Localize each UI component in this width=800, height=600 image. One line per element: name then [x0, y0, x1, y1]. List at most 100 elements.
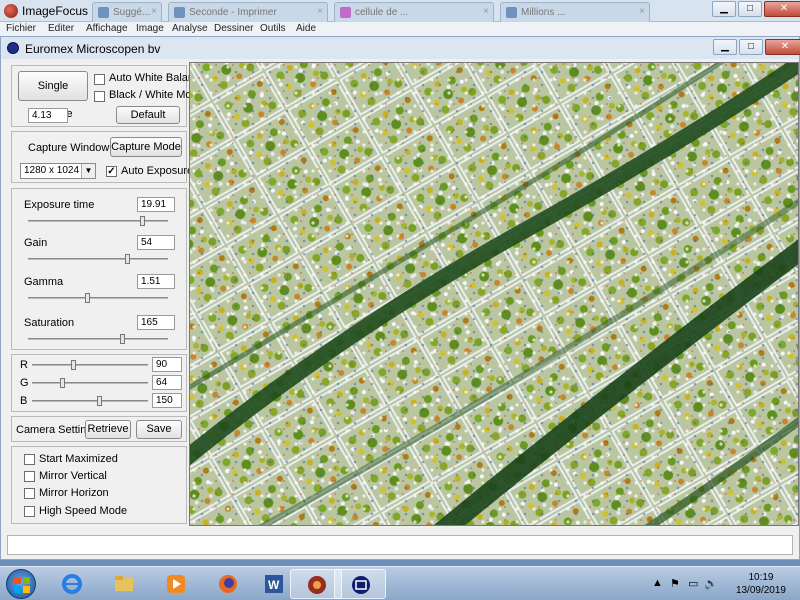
close-button[interactable]: ✕ — [764, 1, 800, 17]
blue-slider[interactable] — [32, 396, 148, 406]
slider-thumb[interactable] — [59, 378, 65, 388]
tab-icon — [506, 7, 517, 18]
control-panel: Single Capture Auto White Balance Black … — [11, 62, 206, 524]
clock-time: 10:19 — [748, 572, 774, 583]
high-speed-mode-checkbox[interactable] — [24, 506, 35, 517]
image-settings-group: Exposure time 19.91 Gain 54 Gamma 1.51 S… — [11, 188, 187, 350]
menu-analyse[interactable]: Analyse — [172, 23, 208, 34]
auto-exposure-checkbox[interactable] — [106, 166, 117, 177]
tab-icon — [174, 7, 185, 18]
slider-thumb[interactable] — [97, 396, 103, 406]
green-slider[interactable] — [32, 378, 148, 388]
close-icon[interactable]: × — [151, 6, 157, 17]
gain-value[interactable]: 54 — [137, 235, 175, 250]
close-icon[interactable]: × — [639, 6, 645, 17]
taskbar-firefox[interactable] — [202, 569, 254, 599]
tab-icon — [98, 7, 109, 18]
start-maximized-label: Start Maximized — [39, 453, 118, 465]
firefox-icon — [219, 575, 237, 593]
taskbar-media-player[interactable] — [150, 569, 202, 599]
close-button[interactable]: ✕ — [765, 39, 800, 55]
auto-white-balance-checkbox[interactable] — [94, 74, 105, 85]
start-maximized-checkbox[interactable] — [24, 454, 35, 465]
green-value[interactable]: 64 — [152, 375, 182, 390]
system-clock[interactable]: 10:19 13/09/2019 — [736, 571, 786, 597]
imagefocus-icon — [4, 4, 18, 18]
maximize-button[interactable]: □ — [739, 39, 763, 55]
start-button[interactable] — [6, 569, 36, 599]
exposure-time-value[interactable]: 19.91 — [137, 197, 175, 212]
auto-exposure-label: Auto Exposure — [121, 165, 194, 177]
slider-thumb[interactable] — [84, 293, 90, 303]
outer-window-title: ImageFocus — [22, 4, 89, 18]
menu-aide[interactable]: Aide — [296, 23, 316, 34]
plant-cells-image — [190, 63, 798, 525]
gamma-value[interactable]: 1.51 — [137, 274, 175, 289]
slider-thumb[interactable] — [119, 334, 125, 344]
taskbar-file-explorer[interactable] — [98, 569, 150, 599]
media-player-icon — [167, 575, 185, 593]
menu-outils[interactable]: Outils — [260, 23, 286, 34]
slider-thumb[interactable] — [140, 216, 146, 226]
tab-background[interactable]: cellule de ... × — [334, 2, 494, 22]
windows-logo-icon — [14, 577, 30, 593]
maximize-button[interactable]: □ — [738, 1, 762, 17]
volume-muted-icon[interactable]: 🔈 — [704, 577, 718, 590]
gamma-slider[interactable] — [28, 293, 168, 303]
flag-icon[interactable]: ⚑ — [670, 577, 680, 590]
tab-background[interactable]: Millions ... × — [500, 2, 650, 22]
single-capture-button[interactable]: Single Capture — [18, 71, 88, 120]
capture-value-field[interactable]: 4.13 — [28, 108, 68, 123]
show-hidden-icons-icon[interactable]: ▲ — [652, 577, 663, 589]
mirror-vertical-checkbox[interactable] — [24, 471, 35, 482]
network-icon[interactable]: ▭ — [688, 577, 698, 590]
menu-image[interactable]: Image — [136, 23, 164, 34]
gain-label: Gain — [24, 237, 48, 249]
bw-mode-checkbox[interactable] — [94, 91, 105, 102]
high-speed-mode-label: High Speed Mode — [39, 505, 128, 517]
tab-background[interactable]: Seconde - Imprimer × — [168, 2, 328, 22]
saturation-value[interactable]: 165 — [137, 315, 175, 330]
microscope-live-view[interactable] — [189, 62, 799, 526]
euromex-window: Euromex Microscopen bv ▁ □ ✕ Single Capt… — [0, 36, 800, 560]
menu-dessiner[interactable]: Dessiner — [214, 23, 253, 34]
taskbar-euromex[interactable] — [334, 569, 386, 599]
minimize-button[interactable]: ▁ — [712, 1, 736, 17]
red-slider[interactable] — [32, 360, 148, 370]
exposure-time-slider[interactable] — [28, 216, 168, 226]
blue-value[interactable]: 150 — [152, 393, 182, 408]
taskbar: W ▲ ⚑ ▭ 🔈 10:19 13/09/2019 — [0, 566, 800, 600]
capture-window-label: Capture Window — [28, 142, 110, 154]
mirror-horizon-checkbox[interactable] — [24, 488, 35, 499]
red-value[interactable]: 90 — [152, 357, 182, 372]
menu-editer[interactable]: Editer — [48, 23, 74, 34]
exposure-time-label: Exposure time — [24, 199, 95, 211]
saturation-label: Saturation — [24, 317, 75, 329]
mirror-horizon-label: Mirror Horizon — [39, 487, 109, 499]
slider-thumb[interactable] — [125, 254, 131, 264]
taskbar-internet-explorer[interactable] — [46, 569, 98, 599]
menu-fichier[interactable]: Fichier — [6, 23, 36, 34]
resolution-value: 1280 x 1024 — [24, 165, 80, 176]
euromex-logo-icon — [7, 42, 19, 54]
close-icon[interactable]: × — [483, 6, 489, 17]
capture-mode-button[interactable]: Capture Mode — [110, 137, 182, 157]
camera-settings-group: Camera Settings Retrieve Save — [11, 416, 187, 442]
menu-affichage[interactable]: Affichage — [86, 23, 128, 34]
gain-slider[interactable] — [28, 254, 168, 264]
default-button[interactable]: Default — [116, 106, 180, 124]
mirror-vertical-label: Mirror Vertical — [39, 470, 107, 482]
retrieve-button[interactable]: Retrieve — [85, 420, 131, 439]
close-icon[interactable]: × — [317, 6, 323, 17]
status-strip — [7, 535, 793, 555]
clock-date: 13/09/2019 — [735, 585, 786, 596]
saturation-slider[interactable] — [28, 334, 168, 344]
resolution-select[interactable]: 1280 x 1024 ▼ — [20, 163, 96, 179]
slider-thumb[interactable] — [70, 360, 76, 370]
save-button[interactable]: Save — [136, 420, 182, 439]
minimize-button[interactable]: ▁ — [713, 39, 737, 55]
tab-background[interactable]: Suggé... × — [92, 2, 162, 22]
folder-icon — [115, 576, 133, 591]
outer-title-bar: ImageFocus Suggé... × Seconde - Imprimer ×… — [0, 0, 800, 22]
euromex-icon — [352, 576, 370, 594]
